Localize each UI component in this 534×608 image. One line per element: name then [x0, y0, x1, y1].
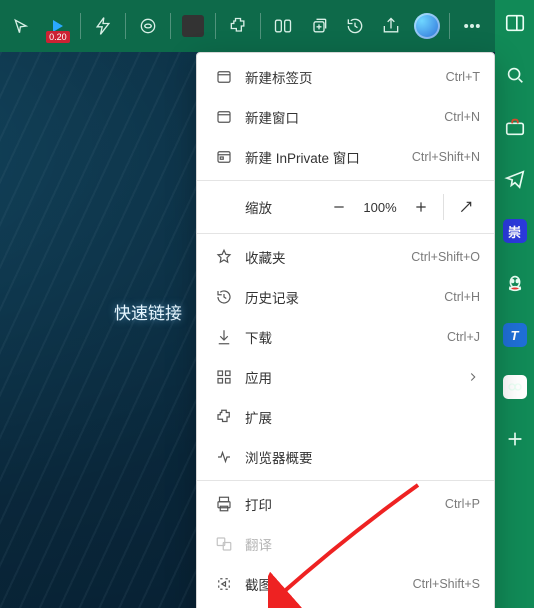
add-shortcut-icon[interactable]: [500, 424, 530, 454]
menu-label: 打印: [245, 494, 272, 514]
menu-apps[interactable]: 应用: [197, 357, 494, 397]
menu-shortcut: Ctrl+Shift+N: [412, 150, 480, 164]
inprivate-icon: [211, 148, 237, 166]
menu-shortcut: Ctrl+N: [444, 110, 480, 124]
menu-find[interactable]: 在页面上查找 Ctrl+F: [197, 604, 494, 608]
menu-new-inprivate[interactable]: 新建 InPrivate 窗口 Ctrl+Shift+N: [197, 137, 494, 177]
swirl-icon[interactable]: [132, 7, 164, 45]
menu-extensions[interactable]: 扩展: [197, 397, 494, 437]
menu-new-window[interactable]: 新建窗口 Ctrl+N: [197, 97, 494, 137]
toolbar-separator: [170, 13, 171, 39]
chevron-right-icon: [466, 370, 480, 384]
menu-shortcut: Ctrl+P: [445, 497, 480, 511]
toolbar-separator: [449, 13, 450, 39]
menu-zoom-row: 缩放 100%: [197, 184, 494, 230]
menu-history[interactable]: 历史记录 Ctrl+H: [197, 277, 494, 317]
telegram-icon[interactable]: [500, 164, 530, 194]
menu-shortcut: Ctrl+T: [446, 70, 480, 84]
menu-label: 新建标签页: [245, 67, 313, 87]
menu-label: 浏览器概要: [245, 447, 313, 467]
menu-essentials[interactable]: 浏览器概要: [197, 437, 494, 477]
right-sidebar: 崇 T: [495, 0, 534, 608]
menu-label: 截图: [245, 574, 272, 594]
search-icon[interactable]: [500, 60, 530, 90]
translate-icon: [211, 535, 237, 553]
arrow-tool-icon[interactable]: [6, 7, 38, 45]
toolbar-separator: [215, 13, 216, 39]
toolbar-separator: [260, 13, 261, 39]
toolbar-separator: [80, 13, 81, 39]
menu-favorites[interactable]: 收藏夹 Ctrl+Shift+O: [197, 237, 494, 277]
quick-links-heading[interactable]: 快速链接: [114, 299, 208, 324]
zoom-in-button[interactable]: [403, 189, 439, 225]
print-icon: [211, 495, 237, 513]
menu-label: 下载: [245, 327, 272, 347]
menu-label: 新建窗口: [245, 107, 299, 127]
video-badge: 0.20: [46, 31, 70, 43]
menu-shortcut: Ctrl+Shift+S: [413, 577, 480, 591]
user-avatar-small[interactable]: [177, 7, 209, 45]
menu-divider: [197, 180, 494, 181]
menu-translate: 翻译: [197, 524, 494, 564]
link-icon[interactable]: [500, 372, 530, 402]
menu-label: 历史记录: [245, 287, 299, 307]
zoom-separator: [443, 194, 444, 220]
share-icon[interactable]: [375, 7, 407, 45]
quick-links-label: 快速链接: [114, 299, 182, 324]
fullscreen-button[interactable]: [448, 189, 484, 225]
menu-divider: [197, 233, 494, 234]
briefcase-icon[interactable]: [500, 112, 530, 142]
bolt-icon[interactable]: [87, 7, 119, 45]
zoom-value: 100%: [357, 200, 403, 215]
screenshot-icon: [211, 575, 237, 593]
history-menu-icon: [211, 288, 237, 306]
zoom-out-button[interactable]: [321, 189, 357, 225]
video-play-icon[interactable]: 0.20: [42, 7, 74, 45]
split-screen-icon[interactable]: [267, 7, 299, 45]
new-tab-icon: [211, 68, 237, 86]
menu-label: 扩展: [245, 407, 272, 427]
history-icon[interactable]: [339, 7, 371, 45]
menu-label: 应用: [245, 367, 272, 387]
downloads-icon: [211, 328, 237, 346]
baidu-icon[interactable]: 崇: [500, 216, 530, 246]
menu-downloads[interactable]: 下载 Ctrl+J: [197, 317, 494, 357]
apps-icon: [211, 368, 237, 386]
menu-label: 收藏夹: [245, 247, 286, 267]
extensions-menu-icon: [211, 408, 237, 426]
menu-print[interactable]: 打印 Ctrl+P: [197, 484, 494, 524]
app-root: 0.20: [0, 0, 534, 608]
menu-label: 新建 InPrivate 窗口: [245, 147, 360, 167]
menu-shortcut: Ctrl+J: [447, 330, 480, 344]
zoom-label: 缩放: [245, 197, 272, 217]
menu-shortcut: Ctrl+H: [444, 290, 480, 304]
qq-icon[interactable]: [500, 268, 530, 298]
menu-label: 翻译: [245, 534, 272, 554]
extensions-icon[interactable]: [222, 7, 254, 45]
profile-avatar[interactable]: [411, 7, 443, 45]
favorites-icon: [211, 248, 237, 266]
sidebar-toggle-2-icon[interactable]: [500, 8, 530, 38]
toolbar-separator: [125, 13, 126, 39]
menu-shortcut: Ctrl+Shift+O: [411, 250, 480, 264]
menu-divider: [197, 480, 494, 481]
more-menu-button[interactable]: [456, 7, 488, 45]
menu-new-tab[interactable]: 新建标签页 Ctrl+T: [197, 57, 494, 97]
essentials-icon: [211, 448, 237, 466]
new-window-icon: [211, 108, 237, 126]
browser-overflow-menu: 新建标签页 Ctrl+T 新建窗口 Ctrl+N 新建 InPrivate 窗口…: [196, 52, 495, 608]
top-toolbar: 0.20: [0, 0, 534, 52]
collections-icon[interactable]: [303, 7, 335, 45]
t-app-icon[interactable]: T: [500, 320, 530, 350]
menu-screenshot[interactable]: 截图 Ctrl+Shift+S: [197, 564, 494, 604]
